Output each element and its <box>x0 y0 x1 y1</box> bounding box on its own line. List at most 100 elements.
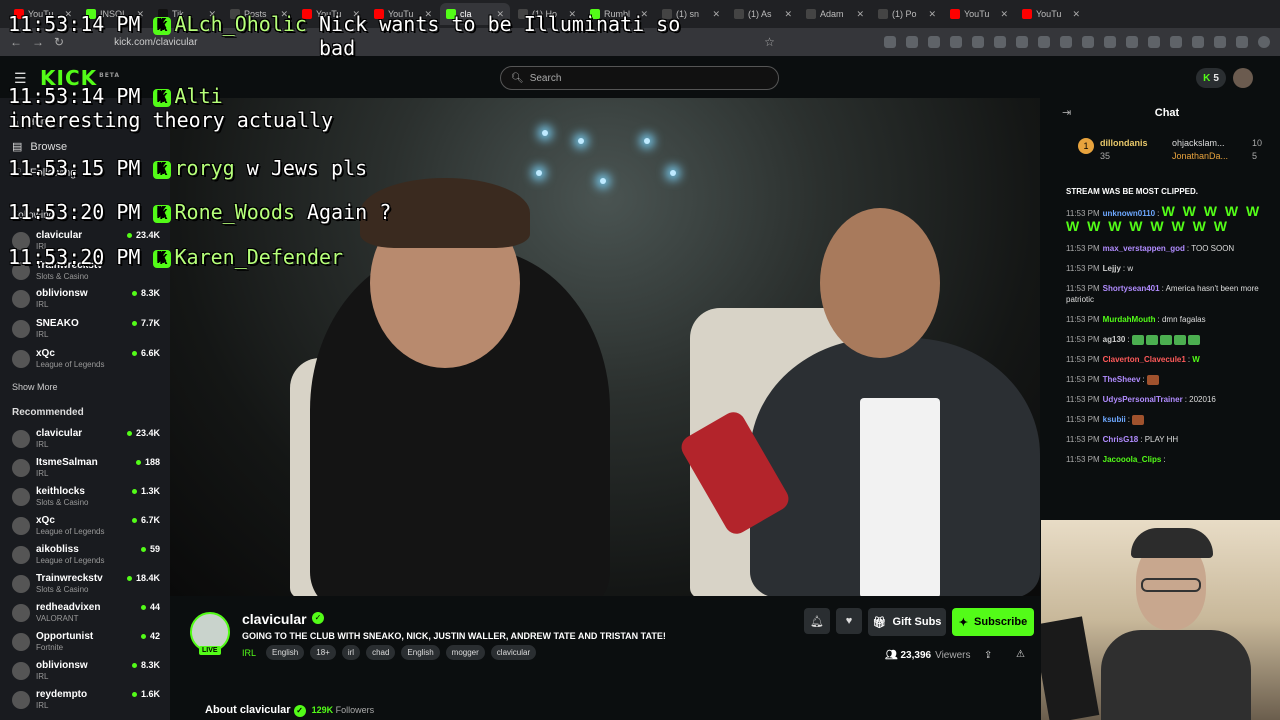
avatar <box>12 633 30 651</box>
sidebar-channel[interactable]: Opportunist Fortnite 42 <box>10 631 160 659</box>
close-icon[interactable]: ✕ <box>1000 9 1008 20</box>
close-icon[interactable]: ✕ <box>1072 9 1080 20</box>
viewer-count: 18.4K <box>127 573 160 583</box>
ceiling-light <box>578 138 584 144</box>
tag[interactable]: irl <box>341 645 361 660</box>
message-user[interactable]: unknown0110 <box>1103 209 1155 218</box>
users-icon: 👥︎ <box>885 650 898 661</box>
sidebar-channel[interactable]: xQc League of Legends 6.6K <box>10 348 160 376</box>
extension-icon[interactable] <box>1170 36 1182 48</box>
overlay-text: Nick wants to be Illuminati so bad <box>319 12 681 60</box>
tag[interactable]: chad <box>366 645 396 660</box>
kick-badge-icon: K <box>152 16 171 35</box>
leaderboard-value: 10 <box>1252 138 1263 148</box>
notification-bell-button[interactable]: 🔔︎ <box>804 608 830 634</box>
message-user[interactable]: ksubii <box>1103 415 1126 424</box>
extension-icon[interactable] <box>1104 36 1116 48</box>
channel-name: oblivionsw <box>36 288 88 299</box>
browser-tab[interactable]: (1) As ✕ <box>728 3 798 25</box>
browser-tab[interactable]: YouTu ✕ <box>1016 3 1086 25</box>
browser-tab[interactable]: YouTu ✕ <box>944 3 1014 25</box>
sidebar-channel[interactable]: keithlocks Slots & Casino 1.3K <box>10 486 160 514</box>
extension-icon[interactable] <box>928 36 940 48</box>
viewer-count: 44 <box>141 602 160 612</box>
message-user[interactable]: UdysPersonalTrainer <box>1103 395 1183 404</box>
gift-subs-button[interactable]: 🎁︎ Gift Subs <box>868 608 946 636</box>
report-flag-icon[interactable]: ⚠ <box>1016 649 1025 660</box>
sidebar-item-browse[interactable]: ▤ Browse <box>12 140 67 154</box>
share-icon[interactable]: ⇪ <box>984 650 992 661</box>
user-avatar[interactable] <box>1233 68 1253 88</box>
message-user[interactable]: max_verstappen_god <box>1103 244 1185 253</box>
extension-icon[interactable] <box>950 36 962 48</box>
message-user[interactable]: Shortysean401 <box>1103 284 1160 293</box>
youtube-icon <box>950 9 960 19</box>
tag[interactable]: English <box>401 645 440 660</box>
show-more-link[interactable]: Show More <box>12 382 58 392</box>
close-icon[interactable]: ✕ <box>856 9 864 20</box>
extension-icon[interactable] <box>1214 36 1226 48</box>
extension-icon[interactable] <box>1016 36 1028 48</box>
message-user[interactable]: ChrisG18 <box>1103 435 1139 444</box>
search-input[interactable]: 🔍︎ Search <box>500 66 779 90</box>
kick-points-badge[interactable]: K5 <box>1196 68 1226 88</box>
overlay-time: 11:53:14 PM <box>8 12 141 36</box>
viewer-count: 1.3K <box>132 486 160 496</box>
browser-tab[interactable]: Adam ✕ <box>800 3 870 25</box>
tag[interactable]: mogger <box>445 645 485 660</box>
extension-icon[interactable] <box>1236 36 1248 48</box>
message-text: PLAY HH <box>1144 435 1179 444</box>
message-time: 11:53 PM <box>1066 415 1100 424</box>
overlay-time: 11:53:20 PM <box>8 200 141 224</box>
channel-category: VALORANT <box>36 614 79 623</box>
extension-icon[interactable] <box>994 36 1006 48</box>
close-icon[interactable]: ✕ <box>712 9 720 20</box>
tag[interactable]: 18+ <box>310 645 336 660</box>
channel-name: keithlocks <box>36 486 85 497</box>
channel-category: IRL <box>36 469 49 478</box>
extension-icon[interactable] <box>1148 36 1160 48</box>
subscribe-button[interactable]: ✦ Subscribe <box>952 608 1034 636</box>
sidebar-channel[interactable]: reydempto IRL 1.6K <box>10 689 160 717</box>
extension-icon[interactable] <box>1192 36 1204 48</box>
overlay-text: Again ? <box>306 200 392 224</box>
profile-icon[interactable] <box>1258 36 1270 48</box>
extension-icon[interactable] <box>884 36 896 48</box>
message-user[interactable]: Claverton_Clavecule1 <box>1103 355 1186 364</box>
avatar <box>12 290 30 308</box>
overlay-chat-line: 11:53:14 PM K Alti interesting theory actu… <box>8 84 333 132</box>
avatar <box>12 691 30 709</box>
bookmark-star-icon[interactable]: ☆ <box>764 35 775 49</box>
extension-icon[interactable] <box>972 36 984 48</box>
message-user[interactable]: Jacooola_Clips <box>1103 455 1162 464</box>
extension-icon[interactable] <box>1082 36 1094 48</box>
message-user[interactable]: TheSheev <box>1103 375 1141 384</box>
follow-heart-button[interactable]: ♥ <box>836 608 862 634</box>
sidebar-channel[interactable]: clavicular IRL 23.4K <box>10 428 160 456</box>
sidebar-channel[interactable]: Trainwreckstv Slots & Casino 18.4K <box>10 573 160 601</box>
sidebar-channel[interactable]: xQc League of Legends 6.7K <box>10 515 160 543</box>
extension-icon[interactable] <box>906 36 918 48</box>
channel-name[interactable]: clavicular <box>242 611 307 627</box>
sidebar-channel[interactable]: oblivionsw IRL 8.3K <box>10 288 160 316</box>
message-user[interactable]: MurdahMouth <box>1103 315 1156 324</box>
tag[interactable]: clavicular <box>490 645 537 660</box>
extension-icon[interactable] <box>1126 36 1138 48</box>
sidebar-channel[interactable]: oblivionsw IRL 8.3K <box>10 660 160 688</box>
emote-icon <box>1173 334 1186 345</box>
category-link[interactable]: IRL <box>242 648 256 658</box>
tag[interactable]: English <box>266 645 305 660</box>
message-text: W W W W W W W W W W W W W <box>1066 203 1262 234</box>
avatar <box>12 662 30 680</box>
close-icon[interactable]: ✕ <box>784 9 792 20</box>
sidebar-channel[interactable]: redheadvixen VALORANT 44 <box>10 602 160 630</box>
sidebar-channel[interactable]: SNEAKO IRL 7.7K <box>10 318 160 346</box>
browser-tab[interactable]: (1) Po ✕ <box>872 3 942 25</box>
extension-icon[interactable] <box>1038 36 1050 48</box>
sidebar-channel[interactable]: ItsmeSalman IRL 188 <box>10 457 160 485</box>
close-icon[interactable]: ✕ <box>928 9 936 20</box>
message-user[interactable]: ag130 <box>1103 335 1126 344</box>
extension-icon[interactable] <box>1060 36 1072 48</box>
sidebar-channel[interactable]: aikobliss League of Legends 59 <box>10 544 160 572</box>
message-user[interactable]: Lejjy <box>1103 264 1121 273</box>
